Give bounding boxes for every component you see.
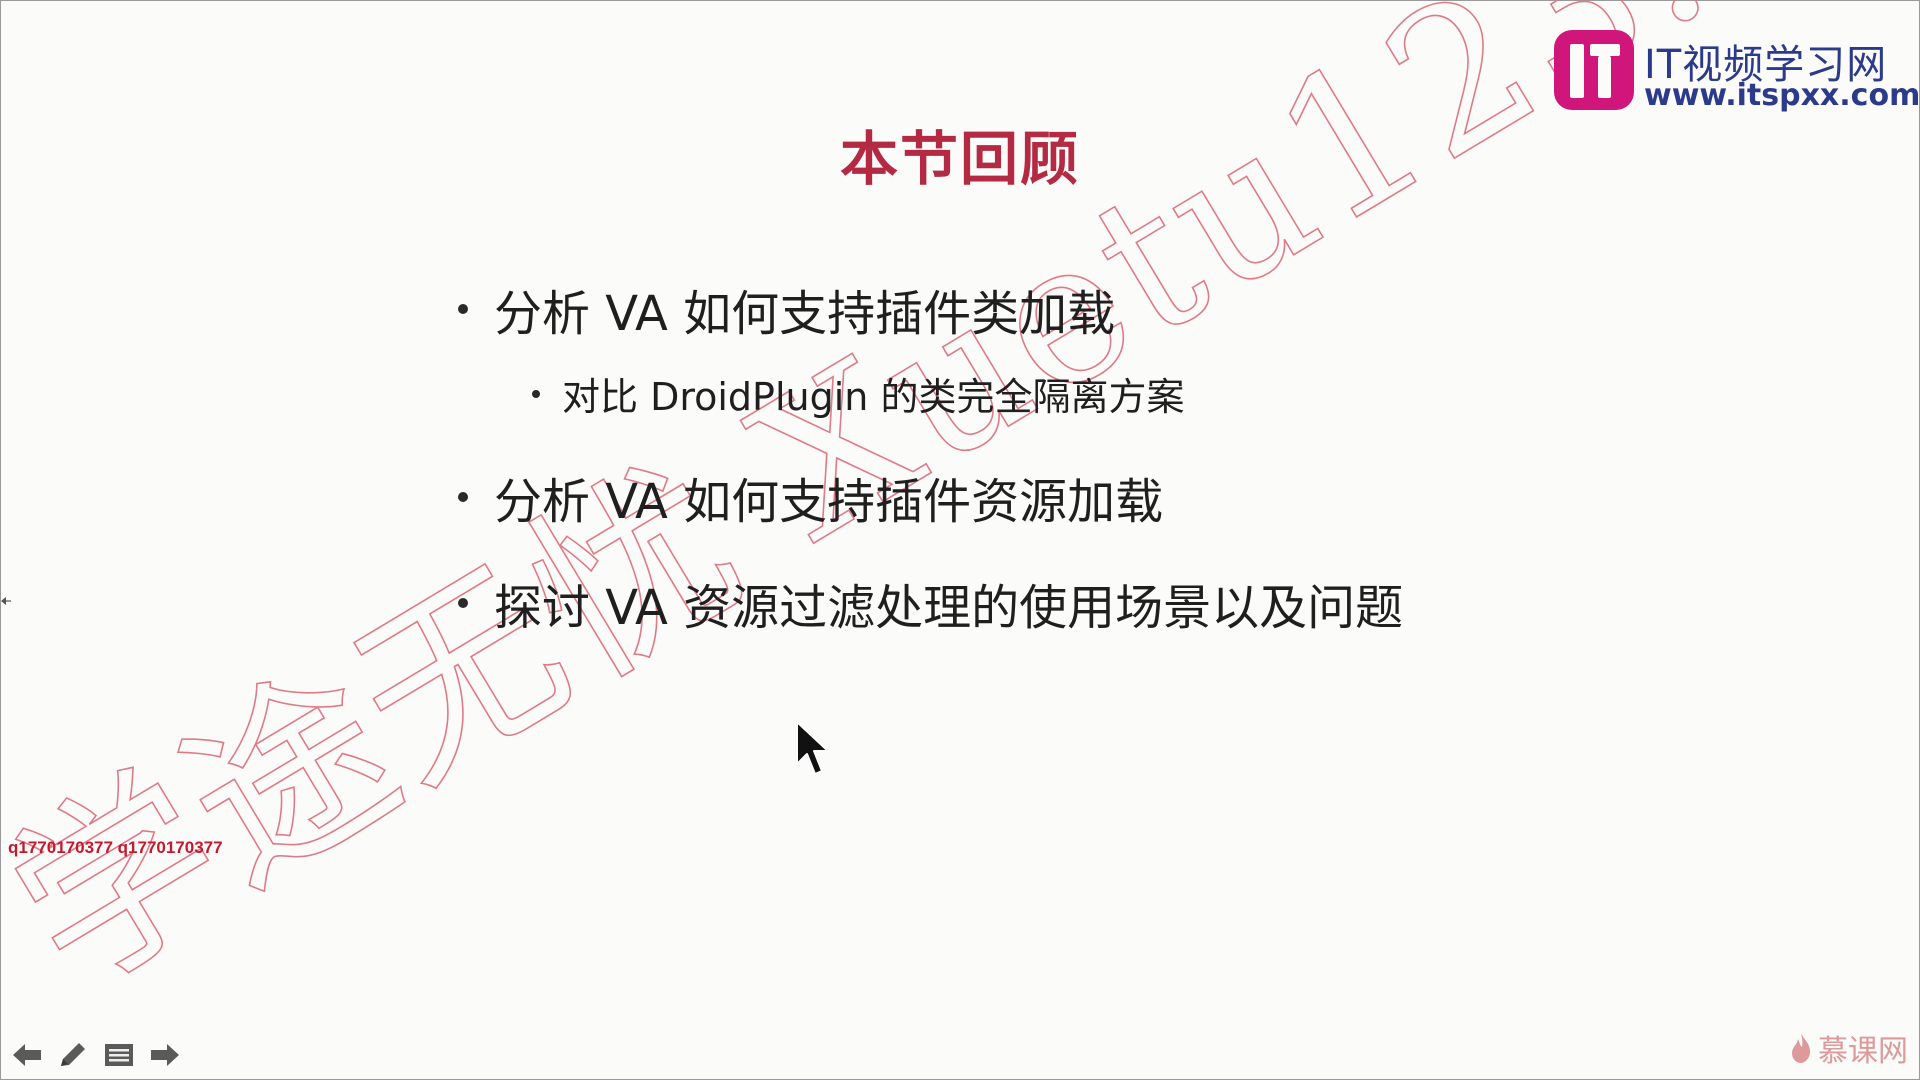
bullet-item: 分析 VA 如何支持插件资源加载 — [458, 462, 1163, 532]
logo-url: www.itspxx.com — [1644, 78, 1920, 113]
previous-slide-button[interactable] — [8, 1038, 46, 1072]
arrow-right-icon — [151, 1044, 179, 1066]
bullet-text: 分析 VA 如何支持插件资源加载 — [494, 474, 1164, 530]
edge-marker-icon — [1, 597, 11, 605]
bullet-text: 对比 DroidPlugin 的类完全隔离方案 — [562, 375, 1185, 419]
qq-label: q1770170377 q1770170377 — [8, 838, 223, 857]
bullet-dot — [458, 304, 468, 314]
slide-canvas: 学途无忧 Xuetu123.Com 本节回顾 分析 VA 如何支持插件类加载 对… — [0, 0, 1920, 1080]
pen-icon — [61, 1043, 85, 1066]
arrow-left-icon — [13, 1044, 41, 1066]
mouse-cursor-icon — [796, 721, 829, 775]
brand-text: 慕课网 — [1818, 1034, 1908, 1069]
bullet-dot — [458, 492, 468, 502]
bullet-item: 分析 VA 如何支持插件类加载 — [458, 274, 1115, 344]
slide-nav-controls — [8, 1038, 192, 1072]
bullet-text: 分析 VA 如何支持插件类加载 — [494, 286, 1116, 342]
bullet-dot — [458, 598, 468, 608]
brand-bottom-right: 慕课网 — [1790, 1026, 1908, 1070]
site-logo: IT视频学习网 www.itspxx.com — [1554, 30, 1920, 116]
bullet-text: 探讨 VA 资源过滤处理的使用场景以及问题 — [494, 580, 1404, 636]
menu-icon — [105, 1044, 133, 1066]
sub-bullet-item: 对比 DroidPlugin 的类完全隔离方案 — [532, 366, 1184, 421]
bullet-list: 分析 VA 如何支持插件类加载 对比 DroidPlugin 的类完全隔离方案 … — [0, 0, 1920, 1080]
bullet-dot — [532, 389, 540, 398]
flame-icon — [1792, 1033, 1811, 1063]
bullet-item: 探讨 VA 资源过滤处理的使用场景以及问题 — [458, 568, 1403, 638]
slide-menu-button[interactable] — [100, 1038, 138, 1072]
pen-tool-button[interactable] — [54, 1038, 92, 1072]
next-slide-button[interactable] — [146, 1038, 184, 1072]
it-logo-icon — [1554, 30, 1634, 110]
